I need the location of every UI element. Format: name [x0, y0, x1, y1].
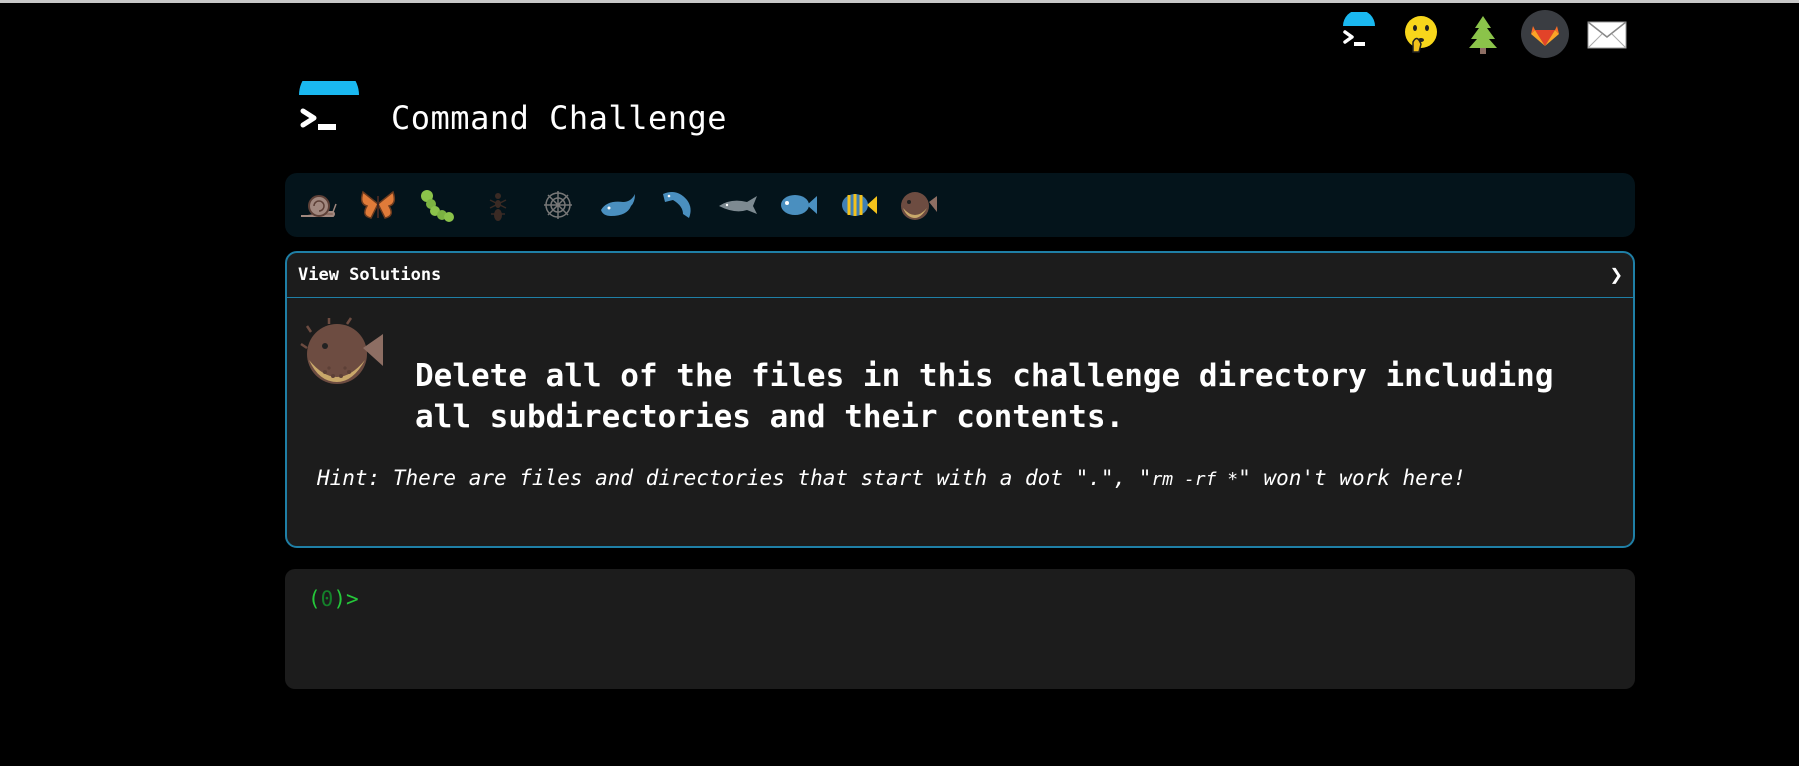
site-header: Command Challenge [297, 65, 728, 145]
level-tropical-fish-icon[interactable] [835, 182, 881, 228]
hint-code: rm -rf * [1151, 469, 1239, 490]
prompt-open: ( [308, 587, 321, 611]
top-icon-bar [1335, 10, 1631, 58]
tree-icon[interactable] [1459, 10, 1507, 58]
view-solutions-toggle[interactable]: View Solutions ❯ [287, 253, 1633, 298]
terminal[interactable]: (0)> [285, 569, 1635, 689]
terminal-prompt: (0)> [308, 587, 359, 611]
command-challenge-logo[interactable] [297, 65, 361, 145]
hint-text: Hint: There are files and directories th… [317, 466, 1466, 490]
blowfish-icon [299, 316, 387, 388]
level-spider-web-icon[interactable] [535, 182, 581, 228]
chevron-right-icon[interactable]: ❯ [1610, 263, 1623, 288]
challenge-body: Delete all of the files in this challeng… [287, 298, 1633, 548]
level-whale-icon[interactable] [595, 182, 641, 228]
prompt-count: 0 [320, 587, 334, 611]
shushing-face-icon[interactable] [1397, 10, 1445, 58]
challenge-card: View Solutions ❯ Delete all of the files… [285, 251, 1635, 548]
level-dolphin-icon[interactable] [715, 182, 761, 228]
prompt-close: )> [333, 587, 359, 611]
level-fish-icon[interactable] [775, 182, 821, 228]
terminal-logo-icon[interactable] [1335, 10, 1383, 58]
mail-icon[interactable] [1583, 10, 1631, 58]
level-ant-icon[interactable] [475, 182, 521, 228]
level-blowfish-icon[interactable] [895, 182, 941, 228]
level-dolphin-jump-icon[interactable] [655, 182, 701, 228]
challenge-description: Delete all of the files in this challeng… [415, 358, 1554, 435]
hint-suffix: " won't work here! [1238, 466, 1466, 490]
page-title: Command Challenge [391, 99, 728, 137]
level-caterpillar-icon[interactable] [415, 182, 461, 228]
level-strip [285, 173, 1635, 237]
level-butterfly-icon[interactable] [355, 182, 401, 228]
hint-prefix: Hint: There are files and directories th… [317, 466, 1152, 490]
view-solutions-label: View Solutions [298, 265, 442, 285]
gitlab-icon[interactable] [1521, 10, 1569, 58]
level-snail-icon[interactable] [295, 182, 341, 228]
